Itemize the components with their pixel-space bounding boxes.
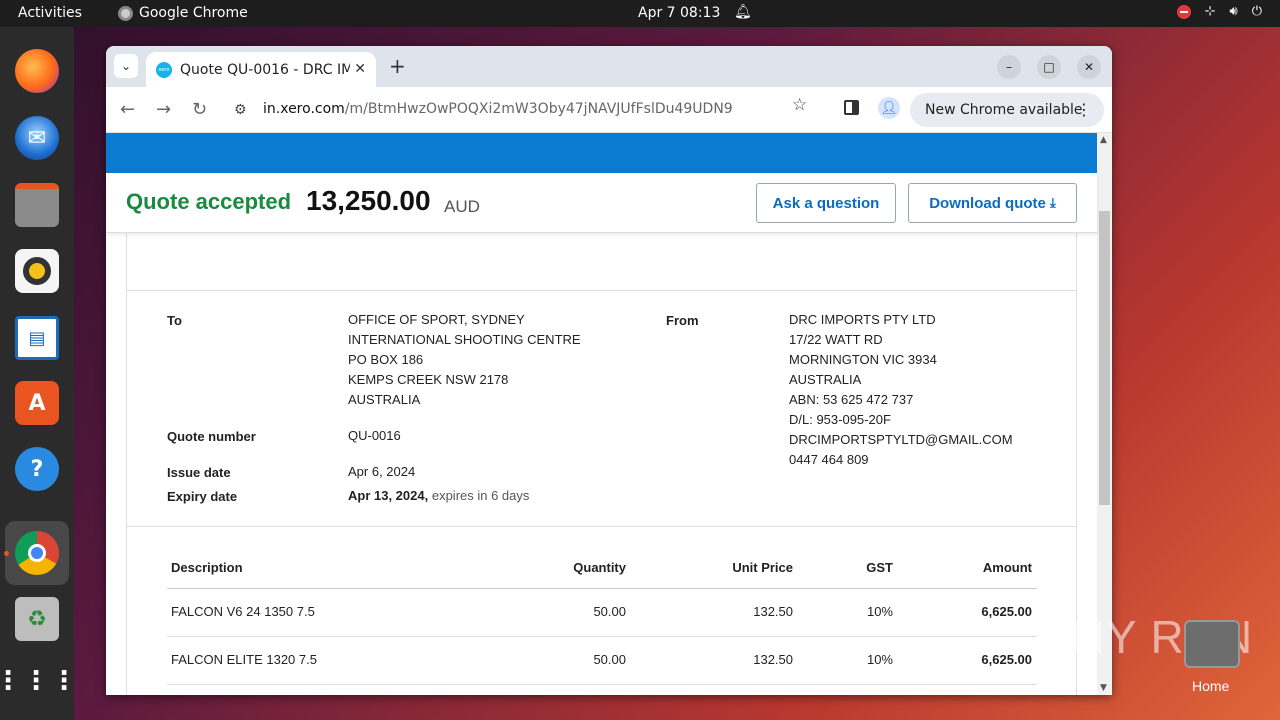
header-band (106, 133, 1097, 173)
rhythmbox-icon (15, 249, 59, 293)
trash-launcher[interactable]: ♻ (13, 595, 61, 643)
from-label: From (666, 313, 699, 328)
url-text: in.xero.com/m/BtmHwzOwPOQXi2mW3Oby47jNAV… (263, 101, 733, 117)
quote-status-bar: Quote accepted 13,250.00 AUD Ask a quest… (106, 173, 1097, 233)
bell-icon: 🔔︎ (734, 4, 752, 20)
quote-document: To OFFICE OF SPORT, SYDNEY INTERNATIONAL… (126, 233, 1077, 695)
to-label: To (167, 313, 182, 328)
app-center-launcher[interactable]: A (13, 379, 61, 427)
col-unit-price: Unit Price (732, 560, 793, 575)
top-bar: Activities Google Chrome Apr 7 08:13 🔔︎ … (0, 0, 1280, 27)
files-icon (15, 183, 59, 227)
firefox-launcher[interactable] (13, 47, 61, 95)
close-tab-icon[interactable]: ✕ (354, 61, 366, 77)
divider (127, 290, 1076, 291)
scroll-thumb[interactable] (1099, 211, 1110, 505)
download-quote-button[interactable]: Download quote ⤓ (908, 183, 1077, 223)
back-icon[interactable]: ← (120, 99, 135, 120)
home-folder[interactable]: Home (1184, 620, 1240, 708)
to-address: OFFICE OF SPORT, SYDNEY INTERNATIONAL SH… (348, 312, 581, 407)
tab-strip: ⌄ xero Quote QU-0016 - DRC IMPORTS PTY L… (106, 46, 1112, 87)
site-info-icon[interactable]: ⚙ (234, 102, 247, 118)
files-launcher[interactable] (13, 181, 61, 229)
grid-icon: ⋮⋮⋮ (0, 666, 79, 696)
chrome-icon (15, 531, 59, 575)
issue-date-label: Issue date (167, 465, 231, 480)
table-header-divider (167, 588, 1037, 589)
chrome-icon (118, 5, 133, 21)
col-quantity: Quantity (573, 560, 626, 575)
from-address: DRC IMPORTS PTY LTD 17/22 WATT RD MORNIN… (789, 312, 1013, 467)
col-description: Description (171, 560, 243, 575)
issue-date: Apr 6, 2024 (348, 464, 416, 479)
thunderbird-launcher[interactable]: ✉ (13, 114, 61, 162)
col-amount: Amount (982, 560, 1032, 575)
app-menu[interactable]: Google Chrome (118, 5, 248, 21)
col-gst: GST (866, 560, 893, 575)
close-window-button[interactable]: ✕ (1077, 55, 1101, 79)
scroll-down-icon[interactable]: ▼ (1100, 683, 1107, 693)
quote-number-label: Quote number (167, 429, 256, 444)
home-folder-icon (1184, 620, 1240, 668)
bookmark-star-icon[interactable]: ☆ (792, 95, 807, 115)
xero-icon: xero (156, 61, 172, 78)
rhythmbox-launcher[interactable] (13, 247, 61, 295)
writer-launcher[interactable]: ▤ (13, 314, 61, 362)
quote-number: QU-0016 (348, 428, 401, 443)
writer-icon: ▤ (15, 316, 59, 360)
quote-currency: AUD (444, 197, 480, 216)
home-label: Home (1192, 678, 1230, 694)
profile-icon[interactable]: 👤︎ (878, 97, 900, 119)
volume-icon: 🔊︎ (1229, 4, 1238, 19)
dock: ✉ ▤ A ? ♻ ⋮⋮⋮ (0, 27, 79, 720)
update-chrome-button[interactable]: New Chrome available ⋮ (910, 93, 1104, 127)
app-center-icon: A (15, 381, 59, 425)
expiry-date: Apr 13, 2024, expires in 6 days (348, 488, 530, 503)
firefox-icon (15, 49, 59, 93)
menu-icon[interactable]: ⋮ (1076, 100, 1092, 119)
running-indicator (4, 551, 9, 556)
divider (127, 526, 1076, 527)
scroll-up-icon[interactable]: ▲ (1100, 135, 1107, 145)
row-divider (167, 684, 1037, 685)
network-icon: ⊹ (1204, 4, 1216, 19)
help-launcher[interactable]: ? (13, 445, 61, 493)
row-divider (167, 636, 1037, 637)
tab-search-button[interactable]: ⌄ (114, 54, 138, 78)
activities-button[interactable]: Activities (18, 5, 82, 21)
trash-icon: ♻ (15, 597, 59, 641)
page-content: Quote accepted 13,250.00 AUD Ask a quest… (106, 133, 1112, 695)
reload-icon[interactable]: ↻ (192, 99, 207, 120)
download-icon: ⤓ (1050, 195, 1056, 210)
forward-icon[interactable]: → (156, 99, 171, 120)
quote-status: Quote accepted (126, 189, 292, 214)
show-apps-button[interactable]: ⋮⋮⋮ (0, 657, 79, 705)
expiry-date-label: Expiry date (167, 489, 238, 504)
thunderbird-icon: ✉ (15, 116, 59, 160)
minimize-button[interactable]: – (997, 55, 1021, 79)
maximize-button[interactable]: □ (1037, 55, 1061, 79)
side-panel-icon[interactable] (844, 100, 859, 115)
tab-quote[interactable]: xero Quote QU-0016 - DRC IMPORTS PTY LTD… (146, 52, 376, 87)
new-tab-button[interactable]: + (389, 54, 406, 78)
browser-window: ⌄ xero Quote QU-0016 - DRC IMPORTS PTY L… (106, 46, 1112, 695)
app-name: Google Chrome (139, 5, 248, 21)
address-bar[interactable]: ⚙ in.xero.com/m/BtmHwzOwPOQXi2mW3Oby47jN… (226, 93, 824, 127)
chrome-launcher[interactable] (5, 521, 69, 585)
recording-icon (1176, 4, 1191, 19)
clock[interactable]: Apr 7 08:13 (638, 5, 720, 21)
system-tray[interactable]: ⊹ 🔊︎ ⏻ (1176, 4, 1262, 19)
browser-toolbar: ← → ↻ ⚙ in.xero.com/m/BtmHwzOwPOQXi2mW3O… (106, 87, 1112, 133)
quote-total: 13,250.00 (306, 185, 431, 216)
power-icon: ⏻ (1251, 4, 1262, 19)
tab-title: Quote QU-0016 - DRC IMPORTS PTY LTD (180, 61, 350, 78)
ask-question-button[interactable]: Ask a question (756, 183, 896, 223)
help-icon: ? (15, 447, 59, 491)
